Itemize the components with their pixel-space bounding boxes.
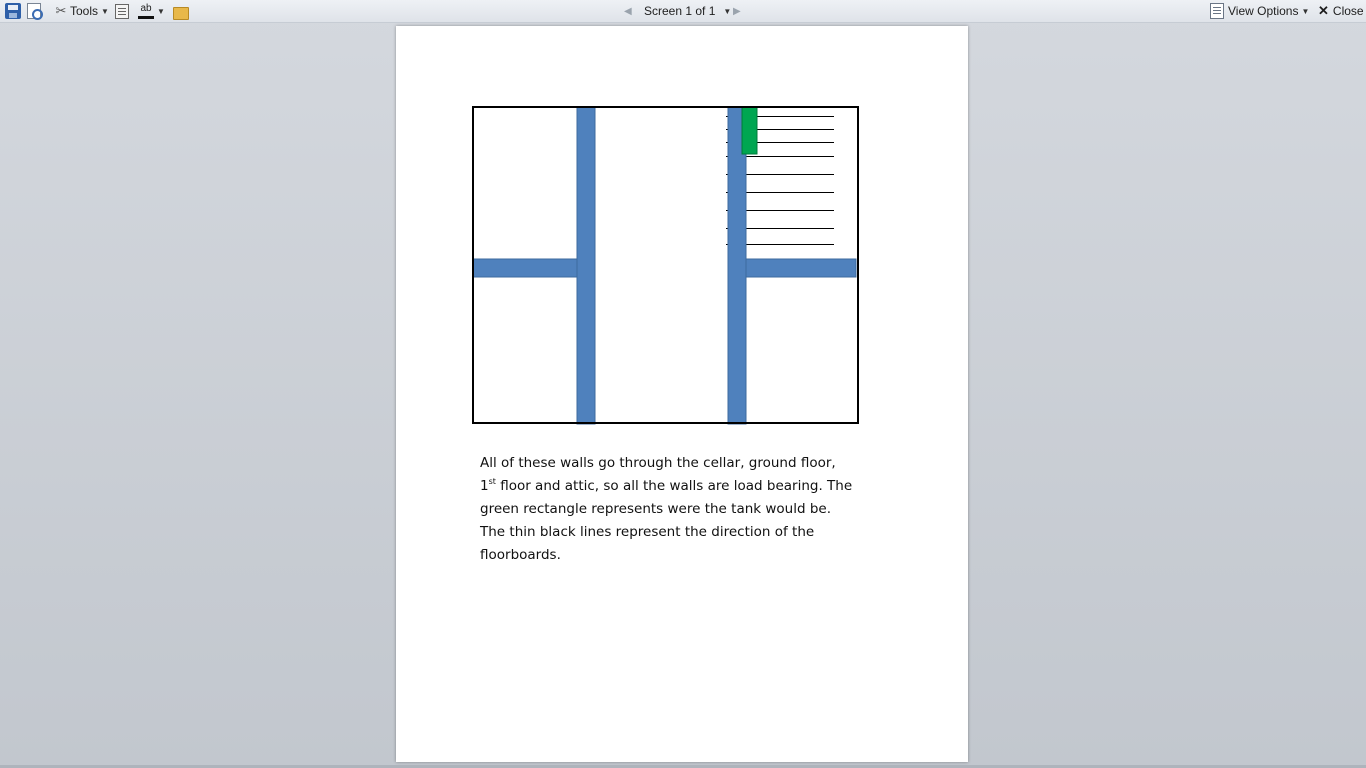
floor-plan-diagram <box>472 106 859 425</box>
research-icon <box>115 3 129 19</box>
tools-menu-button[interactable]: ✂ Tools ▼ <box>53 2 109 20</box>
open-folder-button[interactable] <box>173 2 189 20</box>
chevron-down-icon: ▼ <box>723 6 732 16</box>
caption-text-2: floor and attic, so all the walls are lo… <box>480 478 853 563</box>
wall-right-horizontal <box>745 258 857 278</box>
next-screen-button[interactable]: ▶ <box>733 2 741 20</box>
wall-left-vertical <box>576 106 596 425</box>
toolbar: ✂ Tools ▼ ab ▼ ◀ Screen 1 of 1 ▼ ▶ View … <box>0 0 1366 23</box>
spelling-icon: ab <box>138 3 154 19</box>
print-preview-icon <box>27 3 43 20</box>
print-preview-button[interactable] <box>27 2 43 20</box>
close-label: Close <box>1332 4 1364 18</box>
research-button[interactable] <box>115 2 129 20</box>
view-options-label: View Options <box>1228 4 1299 18</box>
screen-label: Screen 1 of 1 <box>644 4 716 18</box>
close-icon: ✕ <box>1318 3 1329 18</box>
view-options-icon <box>1210 3 1224 19</box>
caption-paragraph: All of these walls go through the cellar… <box>480 452 854 567</box>
folder-icon <box>173 6 189 20</box>
tools-icon: ✂ <box>55 3 67 18</box>
tank-rectangle <box>741 106 758 155</box>
save-button[interactable] <box>5 2 21 20</box>
wall-left-horizontal <box>472 258 578 278</box>
chevron-down-icon: ▼ <box>101 6 109 16</box>
caption-superscript: st <box>488 477 496 486</box>
document-page: All of these walls go through the cellar… <box>396 26 968 762</box>
tools-label: Tools <box>70 4 99 18</box>
chevron-down-icon: ▼ <box>157 6 165 16</box>
previous-screen-button[interactable]: ◀ <box>624 2 632 20</box>
view-options-button[interactable]: View Options ▼ <box>1210 2 1309 20</box>
spelling-button[interactable]: ab ▼ <box>138 2 165 20</box>
arrow-left-icon: ◀ <box>624 5 632 17</box>
arrow-right-icon: ▶ <box>733 5 741 17</box>
save-icon <box>5 3 21 19</box>
close-button[interactable]: ✕ Close <box>1318 2 1364 20</box>
chevron-down-icon: ▼ <box>1301 6 1310 16</box>
screen-selector[interactable]: Screen 1 of 1 ▼ <box>644 2 731 20</box>
